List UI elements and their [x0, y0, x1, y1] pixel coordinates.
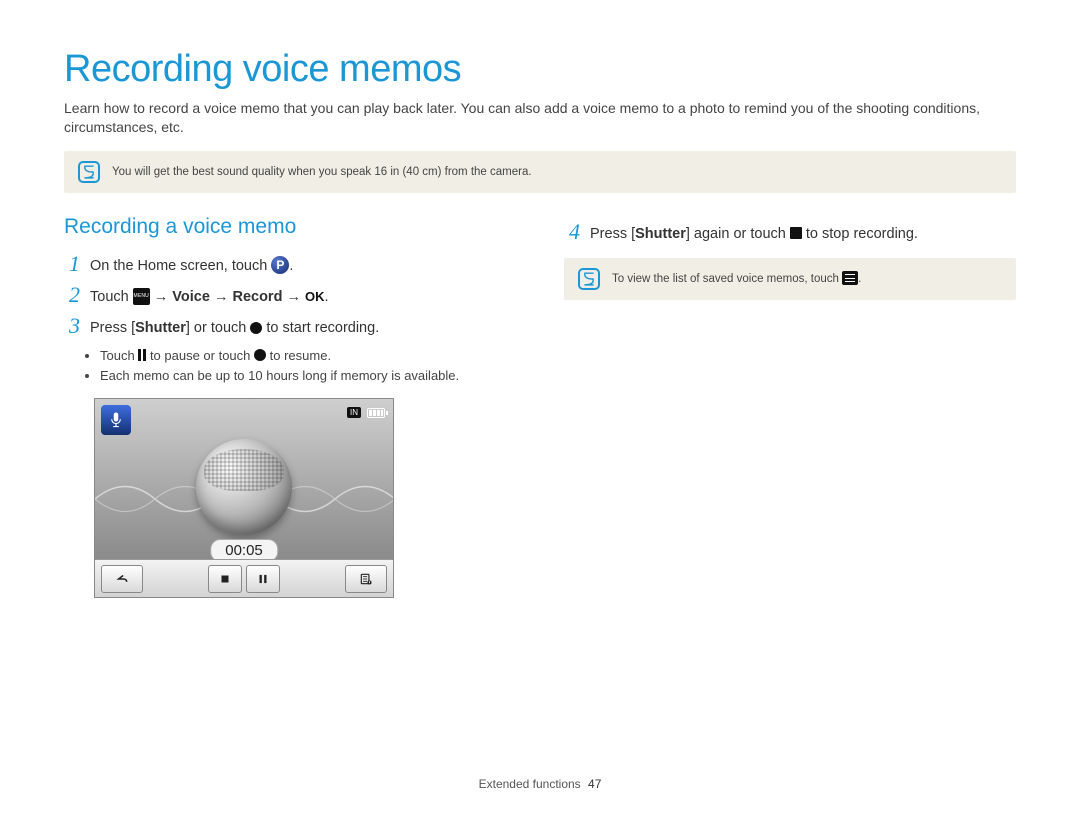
right-note-b: . — [858, 273, 861, 285]
record-label: Record — [232, 289, 282, 305]
mic-mode-icon[interactable] — [101, 405, 131, 435]
step-number: 3 — [64, 315, 80, 337]
step-number: 2 — [64, 284, 80, 306]
section-heading: Recording a voice memo — [64, 215, 516, 239]
voice-recorder-screenshot: IN 00:05 — [94, 398, 394, 598]
step2-text-a: Touch — [90, 289, 133, 305]
note-box-right: To view the list of saved voice memos, t… — [564, 258, 1016, 300]
p-mode-icon: P — [271, 256, 289, 274]
step1-text-b: . — [289, 258, 293, 274]
step-4: 4 Press [Shutter] again or touch to stop… — [564, 221, 1016, 244]
step3-text-c: to start recording. — [266, 320, 379, 336]
voice-label: Voice — [172, 289, 210, 305]
step4-text-a: Press [ — [590, 226, 635, 242]
arrow: → — [154, 289, 173, 305]
step-2: 2 Touch MENU → Voice → Record → OK. — [64, 284, 516, 307]
storage-badge: IN — [347, 407, 361, 418]
step2-text-b: . — [325, 289, 329, 305]
arrow: → — [286, 289, 305, 305]
back-button[interactable] — [101, 565, 143, 593]
note-icon — [78, 161, 100, 183]
record-dot-icon — [250, 322, 262, 334]
intro-text: Learn how to record a voice memo that yo… — [64, 99, 1016, 137]
step3-text-b: ] or touch — [186, 320, 250, 336]
arrow: → — [214, 289, 233, 305]
menu-icon: MENU — [133, 288, 150, 305]
step4-text-c: to stop recording. — [806, 226, 918, 242]
bullet2: Each memo can be up to 10 hours long if … — [100, 367, 516, 385]
note-icon — [578, 268, 600, 290]
right-note-a: To view the list of saved voice memos, t… — [612, 273, 842, 285]
bullet1-c: to resume. — [270, 348, 331, 363]
bullet1-b: to pause or touch — [150, 348, 254, 363]
step-number: 4 — [564, 221, 580, 243]
pause-icon — [138, 347, 146, 364]
step3-text-a: Press [ — [90, 320, 135, 336]
memo-list-button[interactable] — [345, 565, 387, 593]
memo-list-icon — [842, 271, 858, 285]
note-box-top: You will get the best sound quality when… — [64, 151, 1016, 193]
note-text-top: You will get the best sound quality when… — [112, 166, 532, 178]
record-dot-icon — [254, 349, 266, 361]
shutter-label: Shutter — [635, 226, 686, 242]
shutter-label: Shutter — [135, 320, 186, 336]
step-number: 1 — [64, 253, 80, 275]
recorder-toolbar — [95, 559, 393, 597]
step-3: 3 Press [Shutter] or touch to start reco… — [64, 315, 516, 338]
page-footer: Extended functions 47 — [0, 777, 1080, 791]
battery-icon — [367, 408, 385, 418]
step-1: 1 On the Home screen, touch P. — [64, 253, 516, 276]
footer-section: Extended functions — [479, 777, 581, 791]
footer-page-number: 47 — [588, 777, 601, 791]
page-title: Recording voice memos — [64, 48, 1016, 91]
step3-bullets: Touch to pause or touch to resume. Each … — [100, 347, 516, 385]
bullet1-a: Touch — [100, 348, 138, 363]
ok-icon: OK — [305, 288, 325, 305]
step4-text-b: ] again or touch — [686, 226, 790, 242]
step1-text-a: On the Home screen, touch — [90, 258, 271, 274]
stop-square-icon — [790, 227, 802, 239]
microphone-graphic — [196, 439, 292, 535]
stop-button[interactable] — [208, 565, 242, 593]
pause-button[interactable] — [246, 565, 280, 593]
